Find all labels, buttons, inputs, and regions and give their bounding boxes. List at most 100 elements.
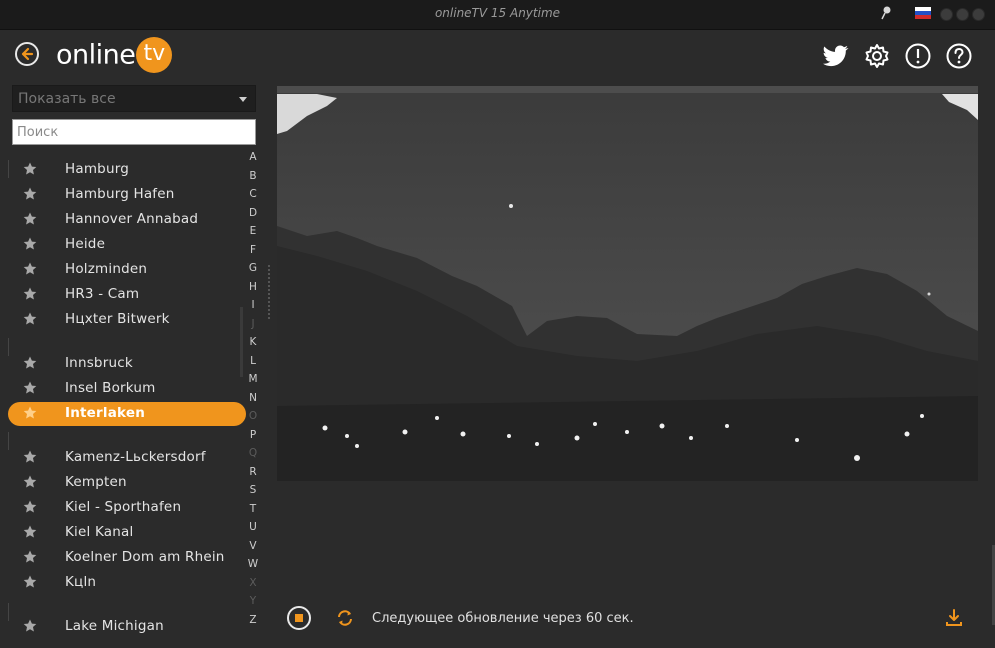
alphabet-letter[interactable]: W [246,558,260,570]
star-icon[interactable] [22,186,38,202]
list-item[interactable]: Hannover Annabad [8,208,246,232]
star-icon[interactable] [22,405,38,421]
alphabet-letter[interactable]: N [246,392,260,404]
star-icon[interactable] [22,211,38,227]
refresh-icon[interactable] [335,608,355,628]
list-item[interactable]: Innsbruck [8,352,246,376]
webcam-image [277,86,978,481]
star-icon[interactable] [22,524,38,540]
alphabet-letter[interactable]: S [246,484,260,496]
list-item-label: Insel Borkum [65,380,156,396]
pin-icon[interactable] [879,5,893,21]
maximize-button[interactable] [956,8,969,21]
star-icon[interactable] [22,311,38,327]
star-icon[interactable] [22,355,38,371]
list-scrollbar[interactable] [240,307,243,377]
alphabet-letter-disabled: J [251,317,255,330]
category-filter-select[interactable]: Показать все [12,85,256,112]
search-input[interactable] [12,119,256,145]
star-icon[interactable] [22,474,38,490]
back-arrow-icon [21,47,34,61]
list-item-label: Hцxter Bitwerk [65,311,170,327]
list-item-label: Lake Michigan [65,618,164,634]
webcam-list: Hamburg Hamburg Hafen Hannover Annabad H… [8,157,248,648]
alphabet-letter[interactable]: H [246,281,260,293]
alphabet-letter[interactable]: R [246,466,260,478]
app-logo: online tv [56,37,173,73]
playback-controls: Следующее обновление через 60 сек. [277,600,977,636]
exclamation-icon[interactable] [904,42,932,70]
alphabet-letter[interactable]: B [246,170,260,182]
list-item[interactable]: Holzminden [8,258,246,282]
list-item-selected[interactable]: Interlaken [8,402,246,426]
list-item-label: Holzminden [65,261,148,277]
close-button[interactable] [972,8,985,21]
list-item[interactable]: Hamburg Hafen [8,183,246,207]
list-item[interactable]: Hцxter Bitwerk [8,308,246,332]
alphabet-letter[interactable]: D [246,207,260,219]
list-item-label: Hannover Annabad [65,211,199,227]
logo-badge: tv [136,37,173,73]
list-item[interactable]: Heide [8,233,246,257]
star-icon[interactable] [22,286,38,302]
back-button[interactable] [15,42,39,66]
stop-button[interactable] [287,606,311,630]
list-item[interactable]: Insel Borkum [8,377,246,401]
star-icon[interactable] [22,261,38,277]
star-icon[interactable] [22,499,38,515]
list-item-label: HR3 - Cam [65,286,140,302]
download-icon[interactable] [945,608,963,628]
star-icon[interactable] [22,161,38,177]
alphabet-letter[interactable]: K [246,336,260,348]
language-flag-icon[interactable] [915,7,931,19]
list-item-label: Kiel Kanal [65,524,134,540]
alphabet-letter[interactable]: F [246,244,260,256]
list-item[interactable]: Kiel - Sporthafen [8,496,246,520]
alphabet-letter[interactable]: A [246,151,260,163]
app-header: online tv [0,30,995,82]
alphabet-letter[interactable]: U [246,521,260,533]
list-item-label: Hamburg [65,161,129,177]
alphabet-letter[interactable]: E [246,225,260,237]
list-item[interactable]: Kempten [8,471,246,495]
list-item-label: Koelner Dom am Rhein [65,549,225,565]
list-item[interactable]: Lake Michigan [8,615,246,639]
category-filter-value: Показать все [18,91,116,107]
list-item-label: Kiel - Sporthafen [65,499,182,515]
alphabet-letter-disabled: Y [249,595,257,607]
alphabet-letter-disabled: O [248,410,258,422]
alphabet-letter[interactable]: L [246,355,260,367]
alphabet-letter[interactable]: V [246,540,260,552]
list-item[interactable]: Kiel Kanal [8,521,246,545]
star-icon[interactable] [22,549,38,565]
panel-resize-handle[interactable] [268,265,270,320]
list-item[interactable]: Hamburg [8,158,246,182]
alphabet-letter[interactable]: T [246,503,260,515]
title-bar: onlineTV 15 Anytime [0,0,995,30]
list-item[interactable]: Koelner Dom am Rhein [8,546,246,570]
alphabet-letter[interactable]: Z [246,614,260,626]
alphabet-letter[interactable]: G [246,262,260,274]
star-icon[interactable] [22,449,38,465]
list-item-label: Heide [65,236,106,252]
minimize-button[interactable] [940,8,953,21]
alphabet-letter[interactable]: C [246,188,260,200]
star-icon[interactable] [22,380,38,396]
list-item[interactable]: HR3 - Cam [8,283,246,307]
star-icon[interactable] [22,236,38,252]
gear-icon[interactable] [863,42,891,70]
alphabet-letter[interactable]: M [246,373,260,385]
twitter-icon[interactable] [821,42,851,70]
question-icon[interactable] [945,42,973,70]
list-item[interactable]: Kцln [8,571,246,595]
logo-text: online [56,39,136,71]
webcam-night-landscape [277,86,978,481]
list-item-label: Hamburg Hafen [65,186,175,202]
star-icon[interactable] [22,618,38,634]
alphabet-letter[interactable]: I [246,299,260,311]
list-item-label: Interlaken [65,405,146,421]
update-status-text: Следующее обновление через 60 сек. [372,611,634,626]
star-icon[interactable] [22,574,38,590]
list-item[interactable]: Kamenz-Lьckersdorf [8,446,246,470]
alphabet-letter[interactable]: P [246,429,260,441]
